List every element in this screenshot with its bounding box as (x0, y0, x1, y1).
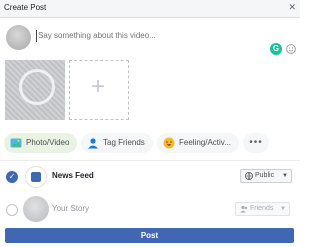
checkmark-icon[interactable]: ✓ (6, 171, 18, 183)
your-story-label: Your Story (52, 204, 90, 213)
caret-down-icon: ▼ (280, 206, 286, 212)
audience-friends-label: Friends (250, 205, 274, 212)
news-feed-label: News Feed (52, 171, 94, 180)
more-options-button[interactable]: ••• (243, 133, 269, 153)
dialog-title: Create Post (4, 3, 47, 12)
feeling-icon (163, 137, 175, 149)
audience-friends-dropdown[interactable]: Friends ▼ (235, 202, 290, 216)
video-thumbnail[interactable] (5, 60, 65, 120)
close-icon[interactable]: ✕ (288, 2, 296, 13)
add-media-button[interactable]: + (69, 60, 129, 120)
feeling-activity-button[interactable]: Feeling/Activ... (157, 133, 239, 153)
photo-video-label: Photo/Video (26, 138, 70, 147)
news-feed-icon (25, 166, 47, 188)
grammarly-icon[interactable]: G (270, 43, 282, 55)
story-avatar (23, 196, 49, 222)
globe-icon (245, 172, 253, 180)
dialog-header: Create Post ✕ (0, 0, 300, 18)
emoji-icon[interactable] (286, 44, 296, 54)
loading-spinner-icon (19, 69, 55, 105)
photo-icon (10, 138, 22, 148)
divider (0, 160, 300, 161)
caret-down-icon: ▼ (282, 173, 288, 179)
post-button[interactable]: Post (5, 228, 294, 243)
tag-friends-icon (88, 138, 98, 149)
post-text-input[interactable] (38, 31, 248, 40)
text-cursor (36, 30, 37, 42)
audience-public-dropdown[interactable]: Public ▼ (240, 169, 292, 183)
plus-icon: + (91, 73, 106, 100)
avatar (6, 25, 31, 50)
audience-public-label: Public (255, 172, 275, 179)
your-story-radio[interactable] (6, 204, 18, 216)
tag-friends-label: Tag Friends (103, 138, 145, 147)
feeling-activity-label: Feeling/Activ... (179, 138, 231, 147)
friends-icon (240, 205, 248, 213)
photo-video-button[interactable]: Photo/Video (4, 133, 77, 153)
tag-friends-button[interactable]: Tag Friends (81, 133, 153, 153)
